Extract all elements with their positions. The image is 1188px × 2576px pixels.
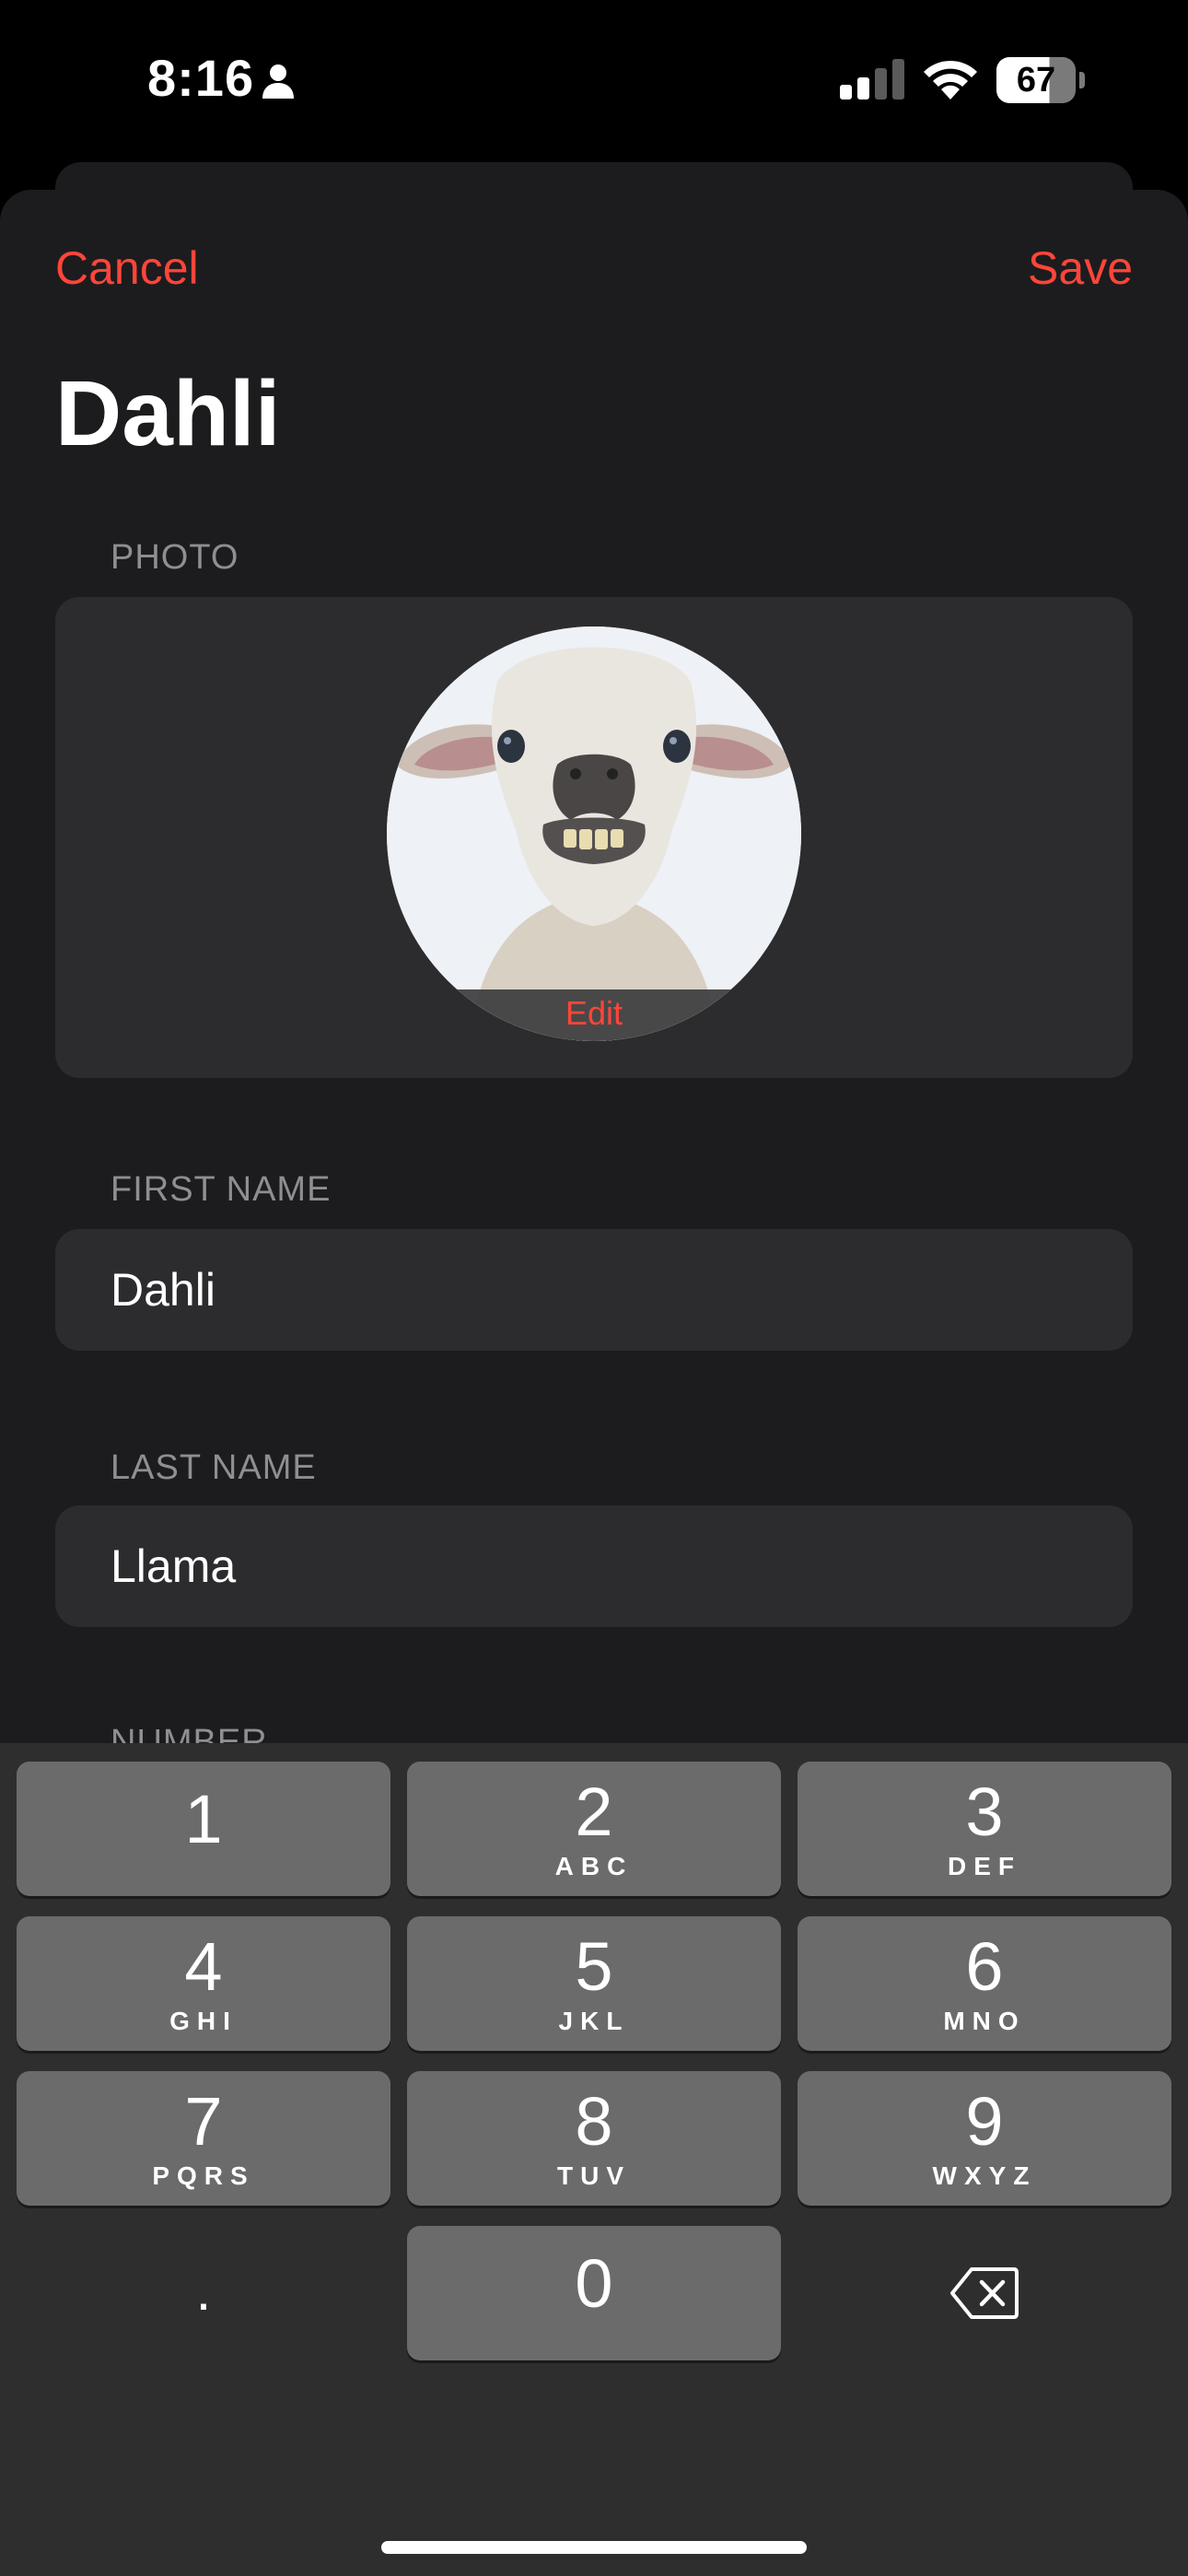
first-name-field[interactable]: Dahli [55, 1229, 1133, 1351]
key-digit: 8 [575, 2083, 613, 2160]
key-letters: DEF [948, 1852, 1021, 1880]
key-digit: 9 [965, 2083, 1004, 2160]
edit-contact-sheet: Cancel Save Dahli PHOTO Edit FIRST NAME … [0, 190, 1188, 1747]
last-name-value: Llama [111, 1540, 237, 1592]
key-3[interactable]: 3 DEF [798, 1762, 1171, 1896]
battery-icon: 67 [996, 57, 1085, 103]
key-2[interactable]: 2 ABC [407, 1762, 781, 1896]
key-5[interactable]: 5 JKL [407, 1916, 781, 2051]
screen: 8:16 67 Cancel Save Dahli PHOTO Edit FIR… [0, 0, 1188, 2576]
key-dot[interactable]: . [17, 2226, 390, 2360]
cancel-button[interactable]: Cancel [55, 241, 199, 295]
key-letters: WXYZ [932, 2161, 1037, 2190]
cellular-signal-icon [840, 59, 904, 100]
person-icon [262, 64, 294, 99]
first-name-value: Dahli [111, 1264, 215, 1316]
key-letters: ABC [554, 1852, 634, 1880]
key-digit: 5 [575, 1928, 613, 2005]
key-digit: 4 [184, 1928, 223, 2005]
delete-key[interactable] [798, 2226, 1171, 2360]
battery-nub [1079, 72, 1085, 88]
key-digit: 1 [184, 1781, 223, 1857]
first-name-label: FIRST NAME [111, 1170, 332, 1209]
llama-photo [387, 626, 801, 1041]
wifi-icon [924, 60, 977, 100]
backspace-icon [950, 2267, 1019, 2319]
photo-card: Edit [55, 597, 1133, 1078]
key-digit: 0 [575, 2245, 613, 2322]
status-time: 8:16 [147, 49, 255, 107]
avatar[interactable]: Edit [387, 626, 801, 1041]
key-letters: TUV [557, 2161, 631, 2190]
key-letters: JKL [558, 2007, 630, 2035]
key-digit: 7 [184, 2083, 223, 2160]
key-digit: 6 [965, 1928, 1004, 2005]
battery-percent: 67 [1016, 61, 1056, 100]
key-letters: GHI [169, 2007, 238, 2035]
key-0[interactable]: 0 [407, 2226, 781, 2360]
key-digit: 3 [965, 1774, 1004, 1850]
key-6[interactable]: 6 MNO [798, 1916, 1171, 2051]
status-bar: 8:16 67 [0, 0, 1188, 166]
key-4[interactable]: 4 GHI [17, 1916, 390, 2051]
key-letters: PQRS [152, 2161, 255, 2190]
key-8[interactable]: 8 TUV [407, 2071, 781, 2206]
key-letters: MNO [943, 2007, 1026, 2035]
page-title: Dahli [55, 362, 281, 465]
last-name-field[interactable]: Llama [55, 1505, 1133, 1627]
number-keyboard: 1 2 ABC 3 DEF 4 GHI 5 JKL 6 MNO 7 PQRS 8… [0, 1743, 1188, 2576]
key-digit: 2 [575, 1774, 613, 1850]
photo-section-label: PHOTO [111, 538, 239, 577]
key-dot-label: . [195, 2260, 212, 2322]
key-1[interactable]: 1 [17, 1762, 390, 1896]
key-7[interactable]: 7 PQRS [17, 2071, 390, 2206]
last-name-label: LAST NAME [111, 1448, 317, 1487]
edit-photo-button[interactable]: Edit [387, 989, 801, 1041]
key-9[interactable]: 9 WXYZ [798, 2071, 1171, 2206]
save-button[interactable]: Save [1028, 241, 1133, 295]
home-indicator[interactable] [381, 2541, 807, 2554]
